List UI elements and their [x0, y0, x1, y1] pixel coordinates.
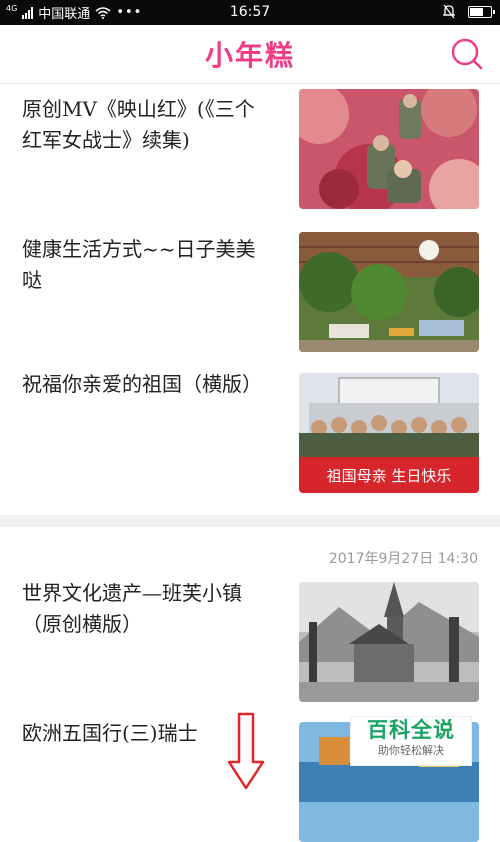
item-thumbnail[interactable]: [299, 582, 479, 702]
item-title: 世界文化遗产—班芙小镇（原创横版）: [22, 581, 242, 636]
muted-bell-icon: [443, 4, 455, 19]
section-divider: [0, 515, 500, 527]
item-title: 健康生活方式~~日子美美哒: [22, 237, 256, 292]
app-title: 小年糕: [204, 39, 295, 72]
garden-patio-image: [299, 232, 479, 352]
list-item[interactable]: 祝福你亲爱的祖国（横版） 祖国母亲 生日快乐: [0, 372, 500, 493]
item-title: 祝福你亲爱的祖国（横版）: [22, 372, 262, 396]
watermark-title: 百科全说: [367, 718, 455, 742]
list-item[interactable]: 健康生活方式~~日子美美哒: [0, 232, 500, 352]
banner-text: 祖国母亲 生日快乐: [327, 467, 452, 485]
battery-level: [470, 7, 483, 16]
watermark-subtitle: 助你轻松解决: [378, 744, 444, 757]
list-item[interactable]: 世界文化遗产—班芙小镇（原创横版）: [0, 581, 500, 702]
item-thumbnail[interactable]: 祖国母亲 生日快乐: [299, 373, 479, 493]
ship-crowd-image: 祖国母亲 生日快乐: [299, 373, 479, 493]
red-autumn-soldiers-image: [299, 89, 479, 209]
list-item[interactable]: 原创MV《映山红》(《三个红军女战士》续集): [0, 89, 500, 211]
search-icon[interactable]: [450, 37, 484, 71]
section-timestamp: 2017年9月27日 14:30: [328, 551, 478, 567]
battery-icon: [468, 5, 495, 18]
watermark-logo: 百科全说 助你轻松解决: [350, 716, 472, 766]
app-header: 小年糕: [0, 25, 500, 84]
item-thumbnail[interactable]: [299, 232, 479, 352]
item-thumbnail[interactable]: [299, 89, 479, 209]
scroll-down-arrow-icon: [227, 712, 265, 790]
clock: 16:57: [229, 4, 271, 20]
status-bar: 4G 中国联通 ••• 16:57: [0, 0, 500, 25]
item-title: 原创MV《映山红》(《三个红军女战士》续集): [22, 97, 255, 152]
bw-church-image: [299, 582, 479, 702]
